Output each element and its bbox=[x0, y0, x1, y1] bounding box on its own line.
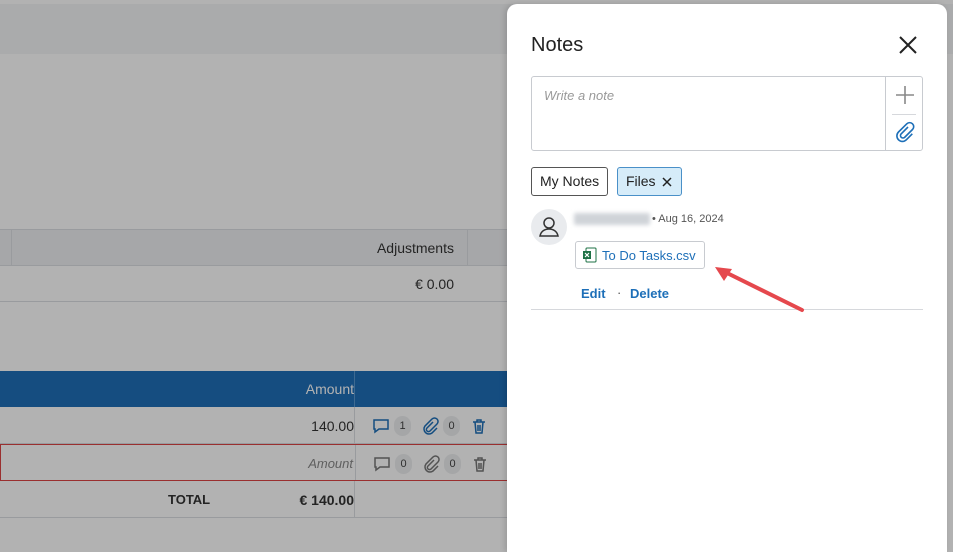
delete-note-link[interactable]: Delete bbox=[630, 286, 669, 301]
panel-title: Notes bbox=[531, 34, 584, 56]
annotation-arrow bbox=[715, 267, 804, 312]
filter-files-label: Files bbox=[626, 173, 656, 189]
note-editor bbox=[531, 76, 923, 151]
avatar bbox=[531, 209, 567, 245]
file-name: To Do Tasks.csv bbox=[602, 247, 696, 263]
note-input[interactable] bbox=[532, 77, 885, 150]
filter-my-notes[interactable]: My Notes bbox=[531, 167, 609, 196]
filter-files[interactable]: Files bbox=[617, 167, 682, 196]
attachment-link[interactable]: To Do Tasks.csv bbox=[575, 241, 705, 269]
action-separator: · bbox=[617, 285, 622, 300]
user-icon bbox=[539, 217, 559, 237]
excel-file-icon bbox=[583, 247, 597, 263]
remove-filter-icon[interactable] bbox=[661, 176, 673, 188]
edit-note-link[interactable]: Edit bbox=[581, 286, 606, 301]
author-name-redacted bbox=[574, 213, 650, 225]
close-icon[interactable] bbox=[897, 34, 919, 56]
add-note-icon[interactable] bbox=[894, 84, 916, 106]
attach-file-icon[interactable] bbox=[894, 121, 916, 143]
note-date: • Aug 16, 2024 bbox=[652, 213, 724, 225]
